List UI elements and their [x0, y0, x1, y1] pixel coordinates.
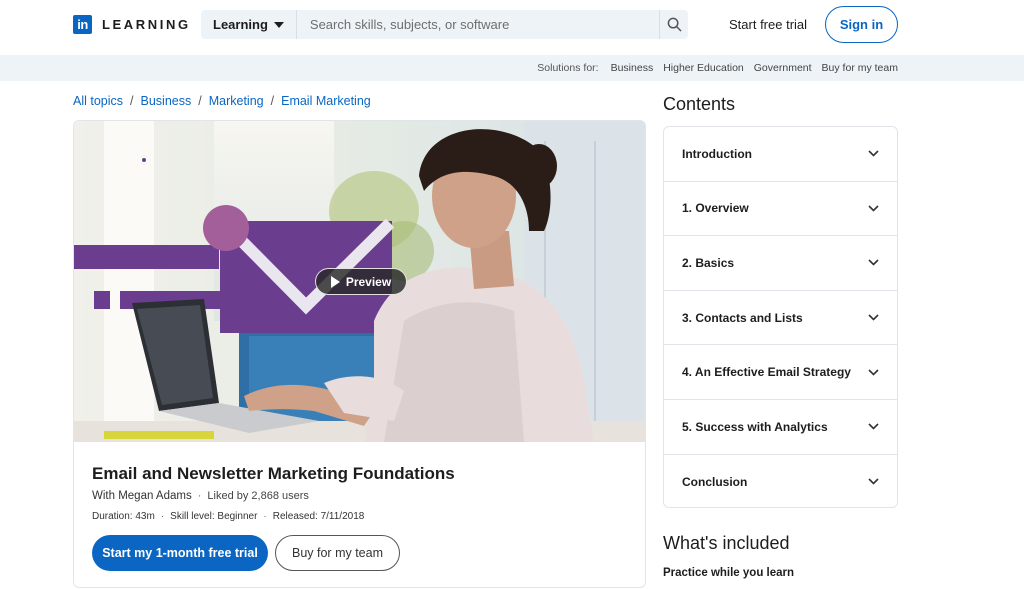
- contents-item-conclusion[interactable]: Conclusion: [664, 455, 897, 507]
- whats-included-heading: What's included: [663, 533, 790, 553]
- breadcrumb-all-topics[interactable]: All topics: [73, 94, 123, 108]
- contents-item-contacts-lists[interactable]: 3. Contacts and Lists: [664, 291, 897, 346]
- search-bar: Learning: [201, 10, 688, 39]
- meta-separator: ·: [263, 511, 267, 522]
- chevron-down-icon: [867, 148, 879, 160]
- course-preview-image[interactable]: Preview: [74, 121, 645, 442]
- course-release-date: Released: 7/11/2018: [272, 511, 365, 522]
- course-likes: Liked by 2,868 users: [207, 490, 309, 502]
- meta-separator: ·: [197, 490, 202, 502]
- practice-while-you-learn: Practice while you learn: [663, 567, 795, 579]
- start-free-trial-button[interactable]: Start my 1-month free trial: [92, 535, 268, 571]
- buy-for-team-button[interactable]: Buy for my team: [275, 535, 400, 571]
- contents-item-overview[interactable]: 1. Overview: [664, 182, 897, 237]
- search-button[interactable]: [659, 10, 688, 39]
- course-duration: Duration: 43m: [92, 511, 155, 522]
- contents-item-introduction[interactable]: Introduction: [664, 127, 897, 182]
- solutions-label: Solutions for:: [537, 62, 599, 74]
- course-card: Preview Email and Newsletter Marketing F…: [73, 120, 646, 588]
- contents-list: Introduction 1. Overview 2. Basics 3. Co…: [663, 126, 898, 508]
- learning-dropdown[interactable]: Learning: [201, 10, 297, 39]
- solutions-link-government[interactable]: Government: [754, 62, 812, 74]
- breadcrumb: All topics / Business / Marketing / Emai…: [73, 94, 371, 108]
- chevron-down-icon: [867, 476, 879, 488]
- solutions-bar: Solutions for: Business Higher Education…: [0, 55, 1024, 81]
- contents-item-label: Introduction: [682, 146, 752, 161]
- solutions-link-higher-education[interactable]: Higher Education: [663, 62, 744, 74]
- chevron-down-icon: [867, 257, 879, 269]
- breadcrumb-business[interactable]: Business: [141, 94, 192, 108]
- breadcrumb-email-marketing[interactable]: Email Marketing: [281, 94, 371, 108]
- breadcrumb-separator: /: [270, 94, 275, 108]
- contents-item-basics[interactable]: 2. Basics: [664, 236, 897, 291]
- course-author[interactable]: With Megan Adams: [92, 490, 192, 502]
- contents-item-label: 2. Basics: [682, 255, 735, 270]
- linkedin-learning-logo[interactable]: in LEARNING: [73, 15, 191, 34]
- contents-item-label: Conclusion: [682, 474, 748, 489]
- chevron-down-icon: [867, 202, 879, 214]
- play-icon: [330, 275, 340, 288]
- preview-button[interactable]: Preview: [315, 268, 407, 295]
- contents-item-label: 1. Overview: [682, 201, 749, 216]
- chevron-down-icon: [867, 421, 879, 433]
- course-title: Email and Newsletter Marketing Foundatio…: [92, 464, 455, 483]
- contents-item-label: 3. Contacts and Lists: [682, 310, 803, 325]
- sign-in-button[interactable]: Sign in: [825, 6, 898, 43]
- breadcrumb-separator: /: [130, 94, 134, 108]
- solutions-link-business[interactable]: Business: [611, 62, 654, 74]
- product-name: LEARNING: [102, 17, 191, 32]
- breadcrumb-marketing[interactable]: Marketing: [209, 94, 264, 108]
- contents-item-label: 5. Success with Analytics: [682, 419, 828, 434]
- preview-label: Preview: [345, 274, 392, 289]
- meta-separator: ·: [160, 511, 165, 522]
- contents-item-email-strategy[interactable]: 4. An Effective Email Strategy: [664, 345, 897, 400]
- start-free-trial-link[interactable]: Start free trial: [729, 17, 807, 32]
- chevron-down-icon: [867, 366, 879, 378]
- search-icon: [667, 17, 681, 32]
- breadcrumb-separator: /: [198, 94, 202, 108]
- course-meta-primary: With Megan Adams · Liked by 2,868 users: [92, 490, 309, 502]
- contents-heading: Contents: [663, 94, 736, 114]
- contents-item-analytics[interactable]: 5. Success with Analytics: [664, 400, 897, 455]
- linkedin-logo-icon: in: [73, 15, 92, 34]
- chevron-down-icon: [867, 312, 879, 324]
- course-meta-secondary: Duration: 43m · Skill level: Beginner · …: [92, 511, 364, 522]
- contents-item-label: 4. An Effective Email Strategy: [682, 365, 851, 380]
- top-navigation: in LEARNING Learning Start free trial Si…: [0, 0, 1024, 55]
- caret-down-icon: [273, 21, 284, 28]
- course-skill-level: Skill level: Beginner: [170, 511, 258, 522]
- search-input[interactable]: [296, 10, 659, 39]
- solutions-link-buy-for-team[interactable]: Buy for my team: [822, 62, 898, 74]
- learning-dropdown-label: Learning: [213, 17, 268, 32]
